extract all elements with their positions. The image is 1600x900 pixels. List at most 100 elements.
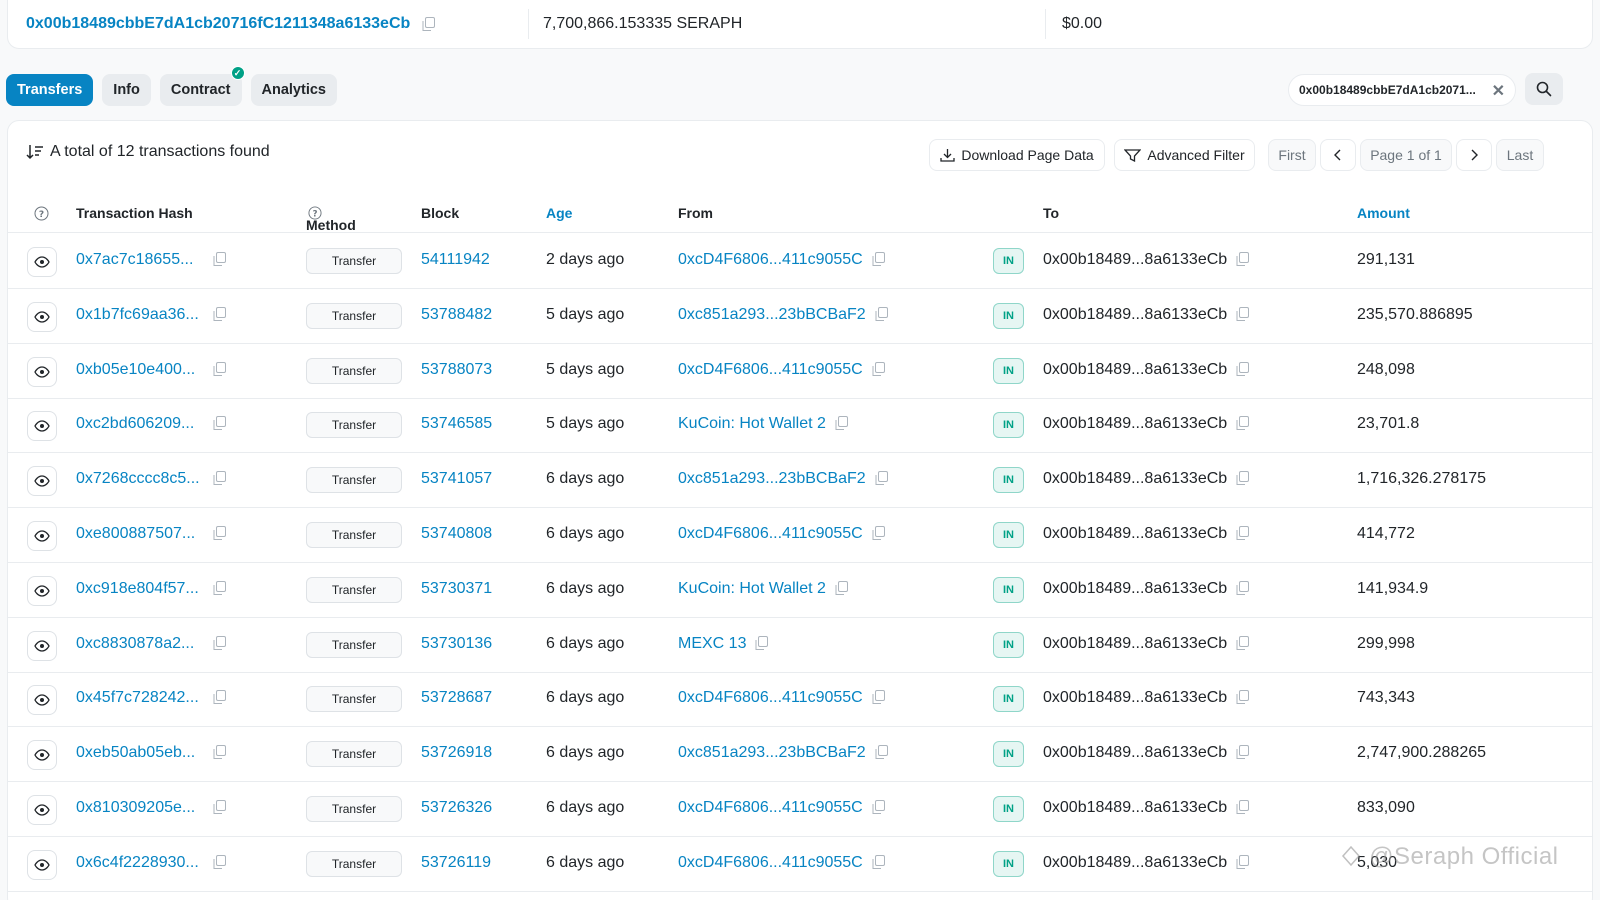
block-number-link[interactable]: 53728687 <box>421 689 492 707</box>
transaction-hash-link[interactable]: 0x6c4f2228930... <box>76 854 199 872</box>
copy-icon[interactable] <box>213 361 226 377</box>
copy-icon[interactable] <box>213 471 226 486</box>
first-page-button[interactable]: First <box>1268 139 1316 171</box>
copy-icon[interactable] <box>213 635 226 651</box>
copy-icon[interactable] <box>1236 690 1250 705</box>
from-address-link[interactable]: 0xcD4F6806...411c9055C <box>678 854 863 872</box>
block-number-link[interactable]: 53746585 <box>421 415 492 433</box>
copy-icon[interactable] <box>875 471 888 486</box>
block-number-link[interactable]: 53741057 <box>421 470 492 488</box>
transaction-hash-link[interactable]: 0x810309205e... <box>76 799 195 817</box>
download-page-data-button[interactable]: Download Page Data <box>929 139 1105 171</box>
transaction-hash-link[interactable]: 0xc8830878a2... <box>76 635 194 653</box>
copy-icon[interactable] <box>1236 745 1250 760</box>
block-number-link[interactable]: 53730136 <box>421 635 492 653</box>
from-address-link[interactable]: MEXC 13 <box>678 635 746 653</box>
from-address-link[interactable]: KuCoin: Hot Wallet 2 <box>678 580 826 598</box>
block-number-link[interactable]: 53788073 <box>421 361 492 379</box>
copy-icon[interactable] <box>835 416 848 431</box>
copy-icon[interactable] <box>872 690 885 705</box>
search-button[interactable] <box>1525 73 1563 105</box>
copy-icon[interactable] <box>213 252 226 267</box>
copy-icon[interactable] <box>872 800 885 815</box>
preview-eye-button[interactable] <box>27 630 57 661</box>
transaction-hash-link[interactable]: 0xe800887507... <box>76 525 195 543</box>
sort-icon[interactable] <box>26 144 44 160</box>
from-address-link[interactable]: 0xcD4F6806...411c9055C <box>678 525 863 543</box>
preview-eye-button[interactable] <box>27 795 57 825</box>
transaction-hash-link[interactable]: 0xb05e10e400... <box>76 361 195 379</box>
copy-icon[interactable] <box>422 16 436 32</box>
block-number-link[interactable]: 53730371 <box>421 580 492 598</box>
copy-icon[interactable] <box>875 745 888 760</box>
transaction-hash-link[interactable]: 0x1b7fc69aa36... <box>76 306 199 324</box>
transaction-hash-link[interactable]: 0x45f7c728242... <box>76 689 199 707</box>
copy-icon[interactable] <box>213 416 226 431</box>
prev-page-button[interactable] <box>1320 139 1356 171</box>
copy-icon[interactable] <box>213 800 226 815</box>
copy-icon[interactable] <box>1236 580 1250 596</box>
last-page-button[interactable]: Last <box>1496 139 1544 171</box>
close-icon[interactable]: ✕ <box>1492 81 1505 101</box>
transaction-hash-link[interactable]: 0xc918e804f57... <box>76 580 199 598</box>
copy-icon[interactable] <box>1236 361 1250 377</box>
tab-transfers[interactable]: Transfers <box>6 74 94 106</box>
transaction-hash-link[interactable]: 0x7ac7c18655... <box>76 251 193 269</box>
col-age[interactable]: Age <box>546 205 572 221</box>
col-amount[interactable]: Amount <box>1357 205 1410 221</box>
copy-icon[interactable] <box>1236 306 1250 322</box>
from-address-link[interactable]: 0xcD4F6806...411c9055C <box>678 251 863 269</box>
copy-icon[interactable] <box>213 854 226 870</box>
advanced-filter-button[interactable]: Advanced Filter <box>1114 139 1255 171</box>
preview-eye-button[interactable] <box>27 411 57 442</box>
block-number-link[interactable]: 53726326 <box>421 799 492 817</box>
preview-eye-button[interactable] <box>27 356 57 387</box>
holder-address-link[interactable]: 0x00b18489cbbE7dA1cb20716fC1211348a6133e… <box>26 15 410 33</box>
preview-eye-button[interactable] <box>27 521 57 551</box>
preview-eye-button[interactable] <box>27 575 57 606</box>
copy-icon[interactable] <box>1236 800 1250 815</box>
from-address-link[interactable]: 0xc851a293...23bBCBaF2 <box>678 744 866 762</box>
copy-icon[interactable] <box>755 635 769 651</box>
preview-eye-button[interactable] <box>27 301 57 332</box>
help-icon[interactable]: ? <box>34 206 49 221</box>
copy-icon[interactable] <box>1236 471 1250 486</box>
block-number-link[interactable]: 53740808 <box>421 525 492 543</box>
tab-contract[interactable]: Contract ✓ <box>159 66 245 106</box>
copy-icon[interactable] <box>872 526 885 541</box>
from-address-link[interactable]: 0xc851a293...23bBCBaF2 <box>678 470 866 488</box>
from-address-link[interactable]: 0xc851a293...23bBCBaF2 <box>678 306 866 324</box>
copy-icon[interactable] <box>213 745 226 760</box>
copy-icon[interactable] <box>872 854 885 870</box>
copy-icon[interactable] <box>1236 635 1250 651</box>
copy-icon[interactable] <box>1236 416 1250 431</box>
preview-eye-button[interactable] <box>27 849 57 880</box>
transaction-hash-link[interactable]: 0xeb50ab05eb... <box>76 744 195 762</box>
from-address-link[interactable]: 0xcD4F6806...411c9055C <box>678 361 863 379</box>
block-number-link[interactable]: 53788482 <box>421 306 492 324</box>
copy-icon[interactable] <box>213 526 226 541</box>
copy-icon[interactable] <box>1236 854 1250 870</box>
block-number-link[interactable]: 53726119 <box>421 854 491 872</box>
copy-icon[interactable] <box>1236 526 1250 541</box>
copy-icon[interactable] <box>872 252 885 267</box>
copy-icon[interactable] <box>875 306 888 322</box>
copy-icon[interactable] <box>1236 252 1250 267</box>
transaction-hash-link[interactable]: 0x7268cccc8c5... <box>76 470 200 488</box>
tab-analytics[interactable]: Analytics <box>250 74 337 106</box>
copy-icon[interactable] <box>835 580 848 596</box>
block-number-link[interactable]: 54111942 <box>421 251 490 269</box>
block-number-link[interactable]: 53726918 <box>421 744 492 762</box>
next-page-button[interactable] <box>1456 139 1492 171</box>
from-address-link[interactable]: 0xcD4F6806...411c9055C <box>678 689 863 707</box>
copy-icon[interactable] <box>213 690 226 705</box>
tab-info[interactable]: Info <box>102 74 151 106</box>
preview-eye-button[interactable] <box>27 685 57 716</box>
copy-icon[interactable] <box>872 361 885 377</box>
copy-icon[interactable] <box>213 306 226 322</box>
preview-eye-button[interactable] <box>27 247 57 277</box>
transaction-hash-link[interactable]: 0xc2bd606209... <box>76 415 194 433</box>
preview-eye-button[interactable] <box>27 466 57 497</box>
copy-icon[interactable] <box>213 580 226 596</box>
from-address-link[interactable]: 0xcD4F6806...411c9055C <box>678 799 863 817</box>
